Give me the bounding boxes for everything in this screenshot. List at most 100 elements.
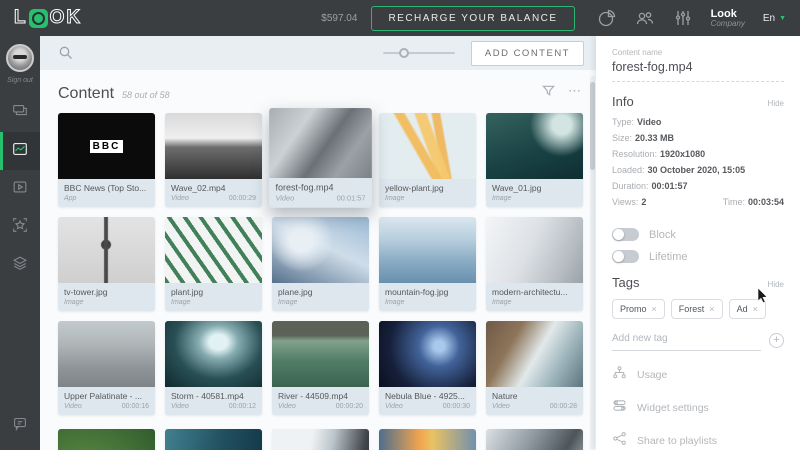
tag-pill[interactable]: Ad ×	[729, 299, 766, 319]
content-card[interactable]: yellow-plant.jpg Image	[379, 113, 476, 207]
card-thumbnail	[379, 217, 476, 283]
card-title: tv-tower.jpg	[64, 287, 149, 297]
lifetime-toggle[interactable]: Lifetime	[612, 250, 784, 263]
info-rows: Type:Video Size:20.33 MB Resolution:1920…	[612, 117, 784, 211]
sign-out-link[interactable]: Sign out	[7, 77, 33, 84]
info-row-type: Type:Video	[612, 117, 784, 127]
content-name-field[interactable]: forest-fog.mp4	[612, 60, 784, 82]
block-toggle[interactable]: Block	[612, 228, 784, 241]
card-type: Image	[171, 299, 190, 306]
filter-icon[interactable]	[541, 83, 556, 98]
content-card[interactable]: River - 44509.mp4 Video 00:00:20	[272, 321, 369, 415]
statistics-pie-icon[interactable]	[597, 8, 617, 28]
content-card[interactable]: forest-fog.mp4 Video 00:01:57	[269, 108, 372, 208]
tags-hide-link[interactable]: Hide	[768, 280, 784, 289]
account-name: Look	[711, 8, 745, 20]
tag-pill[interactable]: Promo ×	[612, 299, 665, 319]
sidebar-item-featured[interactable]	[0, 208, 40, 246]
share-playlists-action[interactable]: Share to playlists	[612, 431, 784, 450]
scrollbar-thumb[interactable]	[590, 82, 595, 170]
card-meta: forest-fog.mp4 Video 00:01:57	[269, 178, 372, 208]
tag-label: Forest	[679, 304, 705, 314]
card-thumbnail	[272, 429, 369, 450]
card-type: Image	[385, 195, 404, 202]
content-card[interactable]: Wave_02.mp4 Video 00:00:29	[165, 113, 262, 207]
content-card[interactable]: plant.jpg Image	[165, 217, 262, 311]
card-duration: 00:00:16	[122, 403, 149, 410]
content-card[interactable]: plane.jpg Image	[272, 217, 369, 311]
card-type: Video	[64, 403, 82, 410]
video-playlist-icon	[11, 178, 29, 201]
add-tag-row: +	[612, 329, 784, 351]
content-card[interactable]	[165, 429, 262, 450]
card-meta: yellow-plant.jpg Image	[379, 179, 476, 207]
content-card[interactable]	[58, 429, 155, 450]
card-thumbnail	[486, 429, 583, 450]
tag-remove-icon[interactable]: ×	[753, 304, 758, 314]
card-type: Image	[64, 299, 83, 306]
content-card[interactable]: Nature Video 00:00:28	[486, 321, 583, 415]
content-card[interactable]	[486, 429, 583, 450]
card-title: Nature	[492, 391, 577, 401]
slider-knob[interactable]	[399, 48, 409, 58]
settings-sliders-icon[interactable]	[673, 8, 693, 28]
content-media-icon	[11, 140, 29, 163]
more-options-icon[interactable]: ⋯	[568, 88, 582, 93]
main-content: ADD CONTENT Content 58 out of 58 ⋯ BBC B…	[40, 36, 596, 450]
chevron-down-icon: ▼	[779, 15, 786, 22]
tag-pill[interactable]: Forest ×	[671, 299, 723, 319]
card-thumbnail	[486, 113, 583, 179]
language-selector[interactable]: En ▼	[763, 13, 786, 24]
card-thumbnail	[272, 321, 369, 387]
card-type: Image	[278, 299, 297, 306]
toggle-switch-icon[interactable]	[612, 250, 639, 263]
content-card[interactable]: Wave_01.jpg Image	[486, 113, 583, 207]
card-title: River - 44509.mp4	[278, 391, 363, 401]
card-title: modern-architectu...	[492, 287, 577, 297]
card-title: Nebula Blue - 4925...	[385, 391, 470, 401]
add-tag-input[interactable]	[612, 329, 761, 351]
users-icon[interactable]	[635, 8, 655, 28]
card-type: Video	[171, 195, 189, 202]
content-card[interactable]: mountain-fog.jpg Image	[379, 217, 476, 311]
app-logo[interactable]: LOK	[14, 7, 81, 29]
widget-settings-action[interactable]: Widget settings	[612, 398, 784, 418]
thumbnail-size-slider[interactable]	[383, 46, 455, 60]
content-card[interactable]: BBC BBC News (Top Sto... App	[58, 113, 155, 207]
card-meta: Wave_02.mp4 Video 00:00:29	[165, 179, 262, 207]
content-card[interactable]: tv-tower.jpg Image	[58, 217, 155, 311]
account-menu[interactable]: Look Company	[711, 8, 745, 29]
content-card[interactable]: Nebula Blue - 4925... Video 00:00:30	[379, 321, 476, 415]
language-label: En	[763, 13, 775, 24]
usage-action[interactable]: Usage	[612, 365, 784, 385]
toggle-switch-icon[interactable]	[612, 228, 639, 241]
add-content-button[interactable]: ADD CONTENT	[471, 41, 584, 66]
tag-remove-icon[interactable]: ×	[709, 304, 714, 314]
toggles: Block Lifetime	[612, 219, 784, 263]
avatar[interactable]	[6, 44, 34, 72]
sidebar-item-layers[interactable]	[0, 246, 40, 284]
card-type: Image	[492, 299, 511, 306]
recharge-balance-button[interactable]: RECHARGE YOUR BALANCE	[371, 6, 574, 31]
card-thumbnail	[165, 217, 262, 283]
sidebar-item-playlists[interactable]	[0, 170, 40, 208]
info-hide-link[interactable]: Hide	[768, 99, 784, 108]
logo-letter: O	[50, 7, 66, 29]
card-meta: tv-tower.jpg Image	[58, 283, 155, 311]
content-card[interactable]: Storm - 40581.mp4 Video 00:00:12	[165, 321, 262, 415]
add-tag-plus-icon[interactable]: +	[769, 333, 784, 348]
search-icon[interactable]	[58, 45, 74, 61]
content-card[interactable]: Upper Palatinate - ... Video 00:00:16	[58, 321, 155, 415]
sidebar-item-support[interactable]	[0, 406, 40, 444]
content-card[interactable]	[379, 429, 476, 450]
content-card[interactable]: modern-architectu... Image	[486, 217, 583, 311]
usage-hierarchy-icon	[612, 365, 627, 385]
card-type: Video	[385, 403, 403, 410]
account-type: Company	[711, 20, 745, 29]
card-duration: 00:00:20	[336, 403, 363, 410]
info-row-loaded: Loaded:30 October 2020, 15:05	[612, 165, 784, 175]
sidebar-item-content[interactable]	[0, 132, 40, 170]
content-card[interactable]	[272, 429, 369, 450]
tag-remove-icon[interactable]: ×	[652, 304, 657, 314]
sidebar-item-screens[interactable]	[0, 94, 40, 132]
